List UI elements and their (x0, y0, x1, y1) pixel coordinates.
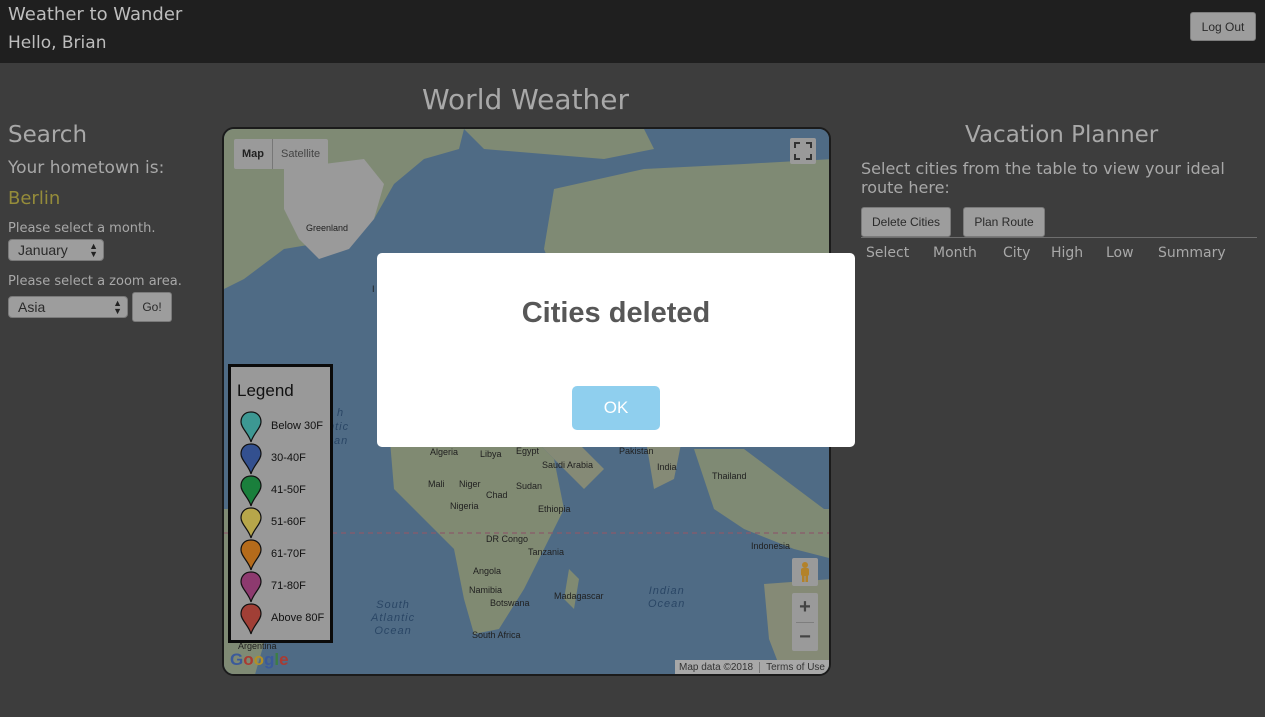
ok-button[interactable]: OK (572, 386, 660, 430)
dialog-title: Cities deleted (521, 297, 711, 329)
alert-dialog: Cities deleted OK (377, 253, 855, 447)
